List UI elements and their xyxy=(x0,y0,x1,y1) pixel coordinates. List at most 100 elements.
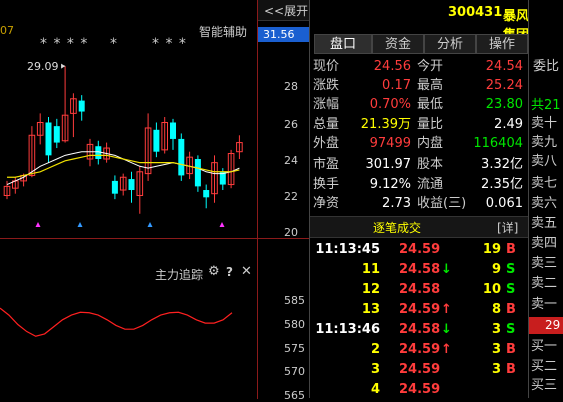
trade-price: 24.59 xyxy=(399,342,441,357)
trade-side: B xyxy=(506,302,516,317)
quote-value: 21.39万 xyxy=(360,117,411,132)
quote-value: 116404 xyxy=(473,136,523,151)
quote-value: 2.35亿 xyxy=(481,177,523,192)
price-badge-value: 29 xyxy=(545,318,561,332)
candle-body-down xyxy=(194,159,201,187)
order-book-panel: 委比 共21 卖十 卖九 卖八 卖七 卖六 卖五 卖四 卖三 卖二 卖一 29 … xyxy=(528,0,563,398)
quote-label: 收益(三) xyxy=(417,196,467,211)
current-price-tag: 31.56 xyxy=(258,27,310,42)
candle-body-down xyxy=(170,122,176,139)
trade-price: 24.58 xyxy=(399,282,441,297)
bid-level-label: 买三 xyxy=(531,378,558,393)
trade-side: B xyxy=(506,242,516,257)
quote-label: 量比 xyxy=(417,117,444,132)
kline-y-tick-label: 26 xyxy=(284,118,298,131)
tab-funds[interactable]: 资金 xyxy=(372,34,424,54)
tab-analysis-label: 分析 xyxy=(436,37,463,52)
tab-analysis[interactable]: 分析 xyxy=(424,34,476,54)
trade-time: 13 xyxy=(361,302,380,317)
trade-volume: 8 xyxy=(491,302,501,317)
quote-value: 25.24 xyxy=(485,78,523,93)
trade-arrow: ↓ xyxy=(441,262,452,277)
sub-indicator-chart xyxy=(0,307,233,337)
trade-arrow: ↑ xyxy=(441,342,452,357)
trade-volume: 10 xyxy=(482,282,501,297)
kline-chart[interactable]: 29.09 xyxy=(0,0,257,238)
candle-body-down xyxy=(203,190,210,198)
sub-indicator-axis: 585 580 575 570 565 xyxy=(257,238,310,402)
trade-volume: 3 xyxy=(491,322,501,337)
ask-level-label: 卖七 xyxy=(531,176,558,191)
trade-price: 24.58 xyxy=(399,322,441,337)
quote-label: 内盘 xyxy=(417,136,444,151)
quote-label: 流通 xyxy=(417,177,444,192)
expand-button[interactable]: <<展开 xyxy=(258,0,310,21)
quote-value: 24.56 xyxy=(373,59,411,74)
trade-volume: 3 xyxy=(491,362,501,377)
quote-label: 外盘 xyxy=(313,136,340,151)
quote-row: 换手 9.12% 流通 2.35亿 xyxy=(310,174,527,195)
quote-value: 2.73 xyxy=(382,196,411,211)
candle-body-down xyxy=(111,180,118,194)
trade-row: 11 24.58 ↓ 9 S xyxy=(310,260,527,280)
trades-list[interactable]: 11:13:45 24.59 19 B 11 24.58 ↓ 9 S 12 24… xyxy=(310,240,529,398)
quote-value: 23.80 xyxy=(485,97,523,112)
trade-side: S xyxy=(506,282,516,297)
trade-time: 4 xyxy=(370,382,380,397)
tab-handicap-label: 盘口 xyxy=(329,37,356,52)
candle-body-down xyxy=(153,129,160,152)
trade-row: 3 24.59 3 B xyxy=(310,360,527,380)
quote-label: 最低 xyxy=(417,97,444,112)
high-price-annotation: 29.09 xyxy=(27,60,59,73)
trade-price: 24.59 xyxy=(399,382,441,397)
quote-label: 最高 xyxy=(417,78,444,93)
kline-y-tick-label: 22 xyxy=(284,190,298,203)
trade-price: 24.59 xyxy=(399,302,441,317)
trade-time: 2 xyxy=(370,342,380,357)
tab-handicap[interactable]: 盘口 xyxy=(314,34,372,54)
trade-volume: 19 xyxy=(482,242,501,257)
price-badge: 29 xyxy=(529,317,563,334)
quote-value: 0.70% xyxy=(369,97,411,112)
trade-price: 24.59 xyxy=(399,362,441,377)
candle-body-down xyxy=(178,138,185,176)
ask-level-label: 卖五 xyxy=(531,216,558,231)
quote-tabs: 盘口 资金 分析 操作 xyxy=(314,34,528,54)
quote-value: 2.49 xyxy=(494,117,523,132)
quote-value: 0.17 xyxy=(382,78,411,93)
trade-arrow: ↓ xyxy=(441,322,452,337)
quote-value: 301.97 xyxy=(365,157,412,172)
quote-row: 净资 2.73 收益(三) 0.061 xyxy=(310,193,527,214)
ask-level-label: 卖二 xyxy=(531,276,558,291)
ask-level-label: 卖十 xyxy=(531,116,558,131)
ask-level-label: 卖一 xyxy=(531,297,558,312)
stock-code: 300431 xyxy=(448,5,503,20)
trade-volume: 9 xyxy=(491,262,501,277)
trade-time: 11:13:46 xyxy=(315,322,380,337)
quote-row: 总量 21.39万 量比 2.49 xyxy=(310,114,527,135)
trade-arrow: ↑ xyxy=(441,302,452,317)
trades-header: 逐笔成交 [详] xyxy=(310,216,529,238)
ask-level-label: 卖六 xyxy=(531,196,558,211)
quote-row: 市盈 301.97 股本 3.32亿 xyxy=(310,154,527,175)
trade-volume: 3 xyxy=(491,342,501,357)
high-annotation-arrowhead xyxy=(61,63,66,69)
trade-time: 3 xyxy=(370,362,380,377)
quote-label: 涨跌 xyxy=(313,78,340,93)
quote-label: 股本 xyxy=(417,157,444,172)
tab-operation-label: 操作 xyxy=(488,37,515,52)
trades-detail-link[interactable]: [详] xyxy=(497,219,518,236)
trade-side: B xyxy=(506,342,516,357)
tab-operation[interactable]: 操作 xyxy=(476,34,528,54)
current-price-tag-value: 31.56 xyxy=(263,28,295,41)
trade-row: 2 24.59 ↑ 3 B xyxy=(310,340,527,360)
quote-panel: 300431 暴风集团 盘口 资金 分析 操作 现价 24.56 今开 24.5… xyxy=(309,0,529,398)
trade-side: S xyxy=(506,262,516,277)
ask-level-label: 卖三 xyxy=(531,256,558,271)
quote-row: 外盘 97499 内盘 116404 xyxy=(310,133,527,154)
trade-row: 11:13:45 24.59 19 B xyxy=(310,240,527,260)
kline-y-tick-label: 28 xyxy=(284,80,298,93)
signal-marker xyxy=(219,222,225,227)
trade-row: 4 24.59 xyxy=(310,380,527,400)
bid-level-label: 买一 xyxy=(531,339,558,354)
